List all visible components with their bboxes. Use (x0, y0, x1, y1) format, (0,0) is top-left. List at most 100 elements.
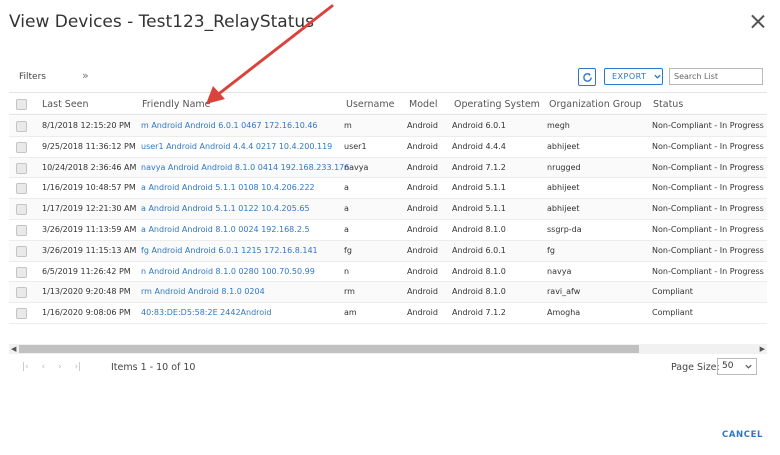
cell-username: navya (344, 162, 369, 172)
cell-status: Non-Compliant - In Progress (652, 266, 764, 276)
cell-last-seen: 6/5/2019 11:26:42 PM (42, 266, 131, 276)
cell-last-seen: 1/16/2020 9:08:06 PM (42, 308, 131, 318)
cell-friendly-name[interactable]: 40:83:DE:D5:58:2E 2442Android (141, 308, 271, 317)
close-icon[interactable] (748, 12, 768, 32)
cell-last-seen: 8/1/2018 12:15:20 PM (42, 121, 131, 130)
cell-organization-group: ravi_afw (547, 287, 581, 297)
cell-last-seen: 3/26/2019 11:13:59 AM (42, 225, 137, 234)
column-header-last-seen[interactable]: Last Seen (42, 99, 89, 110)
export-button[interactable]: EXPORT (604, 68, 663, 85)
cell-username: a (344, 225, 349, 234)
table-row[interactable]: 1/16/2020 9:08:06 PM 40:83:DE:D5:58:2E 24… (9, 303, 767, 324)
last-page-icon[interactable]: ›| (74, 362, 81, 372)
cell-username: n (344, 266, 350, 276)
cell-friendly-name[interactable]: fg Android Android 6.0.1 1215 172.16.8.1… (141, 246, 318, 255)
table-row[interactable]: 3/26/2019 11:13:59 AM a Android Android 8… (9, 220, 767, 241)
cell-friendly-name[interactable]: user1 Android Android 4.4.4 0217 10.4.20… (141, 142, 332, 151)
cell-last-seen: 9/25/2018 11:36:12 PM (42, 141, 136, 151)
row-checkbox[interactable] (16, 162, 27, 174)
cell-last-seen: 3/26/2019 11:15:13 AM (42, 245, 137, 255)
cell-status: Non-Compliant - In Progress (652, 245, 764, 255)
cell-model: Android (407, 308, 438, 318)
row-checkbox[interactable] (16, 287, 27, 299)
column-header-operating-system[interactable]: Operating System (454, 99, 540, 110)
scroll-left-icon[interactable]: ◀ (11, 345, 16, 353)
cancel-button[interactable]: CANCEL (722, 430, 763, 440)
row-checkbox[interactable] (16, 204, 27, 216)
cell-friendly-name[interactable]: n Android Android 8.1.0 0280 100.70.50.9… (141, 267, 315, 276)
column-header-username[interactable]: Username (346, 99, 394, 110)
cell-organization-group: Amogha (547, 308, 581, 318)
search-input[interactable] (669, 68, 763, 85)
cell-organization-group: nrugged (547, 162, 581, 172)
export-label: EXPORT (612, 72, 647, 81)
page-size-value: 50 (722, 361, 734, 371)
devices-table: Last Seen Friendly Name Username Model O… (9, 92, 767, 343)
cell-operating-system: Android 5.1.1 (452, 183, 506, 193)
next-page-icon[interactable]: › (58, 362, 62, 372)
page-size-select[interactable]: 50 (717, 358, 757, 375)
row-checkbox[interactable] (16, 266, 27, 278)
cell-model: Android (407, 287, 438, 297)
scroll-right-icon[interactable]: ▶ (760, 345, 765, 353)
cell-friendly-name[interactable]: navya Android Android 8.1.0 0414 192.168… (141, 163, 349, 172)
column-header-model[interactable]: Model (409, 99, 438, 110)
column-header-friendly-name[interactable]: Friendly Name (142, 99, 211, 110)
cell-operating-system: Android 8.1.0 (452, 266, 506, 276)
cell-model: Android (407, 141, 438, 151)
table-row[interactable]: 6/5/2019 11:26:42 PM n Android Android 8.… (9, 262, 767, 283)
cell-username: rm (344, 287, 355, 297)
cell-organization-group: navya (547, 266, 572, 276)
table-row[interactable]: 3/26/2019 11:15:13 AM fg Android Android … (9, 240, 767, 262)
items-count: Items 1 - 10 of 10 (111, 362, 196, 373)
cell-friendly-name[interactable]: a Android Android 8.1.0 0024 192.168.2.5 (141, 225, 310, 234)
table-row[interactable]: 1/13/2020 9:20:48 PM rm Android Android 8… (9, 282, 767, 304)
row-checkbox[interactable] (16, 225, 27, 236)
cell-organization-group: fg (547, 245, 555, 255)
table-row[interactable]: 9/25/2018 11:36:12 PM user1 Android Andro… (9, 137, 767, 158)
dialog-title: View Devices - Test123_RelayStatus (9, 12, 314, 32)
cell-model: Android (407, 245, 438, 255)
table-header: Last Seen Friendly Name Username Model O… (9, 93, 767, 115)
cell-username: a (344, 183, 349, 193)
filters-expand-icon[interactable]: » (82, 69, 89, 82)
row-checkbox[interactable] (16, 121, 27, 132)
cell-operating-system: Android 8.1.0 (452, 287, 506, 297)
cell-last-seen: 1/17/2019 12:21:30 AM (42, 204, 137, 214)
cell-organization-group: abhijeet (547, 204, 580, 214)
cell-status: Non-Compliant - In Progress (652, 141, 764, 151)
cell-organization-group: megh (547, 121, 570, 130)
cell-status: Compliant (652, 287, 693, 297)
cell-friendly-name[interactable]: m Android Android 6.0.1 0467 172.16.10.4… (141, 121, 318, 130)
cell-username: am (344, 308, 357, 318)
select-all-checkbox[interactable] (16, 99, 27, 110)
scrollbar-thumb[interactable] (19, 345, 639, 353)
row-checkbox[interactable] (16, 183, 27, 195)
column-header-status[interactable]: Status (653, 99, 683, 110)
table-row[interactable]: 10/24/2018 2:36:46 AM navya Android Andro… (9, 157, 767, 179)
cell-friendly-name[interactable]: a Android Android 5.1.1 0122 10.4.205.65 (141, 204, 310, 213)
row-checkbox[interactable] (16, 141, 27, 153)
filters-label[interactable]: Filters (19, 72, 46, 82)
cell-friendly-name[interactable]: rm Android Android 8.1.0 0204 (141, 287, 265, 296)
cell-model: Android (407, 266, 438, 276)
cell-friendly-name[interactable]: a Android Android 5.1.1 0108 10.4.206.22… (141, 183, 315, 192)
cell-operating-system: Android 8.1.0 (452, 225, 506, 234)
previous-page-icon[interactable]: ‹ (42, 362, 46, 372)
cell-username: m (344, 121, 352, 130)
cell-organization-group: abhijeet (547, 141, 580, 151)
cell-status: Non-Compliant - In Progress (652, 183, 764, 193)
table-row[interactable]: 1/16/2019 10:48:57 PM a Android Android 5… (9, 178, 767, 200)
row-checkbox[interactable] (16, 308, 27, 320)
cell-status: Non-Compliant - In Progress (652, 162, 764, 172)
cell-organization-group: ssgrp-da (547, 225, 582, 234)
table-row[interactable]: 8/1/2018 12:15:20 PM m Android Android 6.… (9, 116, 767, 137)
column-header-organization-group[interactable]: Organization Group (549, 99, 642, 110)
first-page-icon[interactable]: |‹ (22, 362, 29, 372)
refresh-button[interactable] (578, 68, 596, 86)
horizontal-scrollbar[interactable]: ◀ ▶ (9, 344, 767, 354)
cell-model: Android (407, 225, 438, 234)
table-row[interactable]: 1/17/2019 12:21:30 AM a Android Android 5… (9, 199, 767, 220)
cell-model: Android (407, 121, 438, 130)
row-checkbox[interactable] (16, 245, 27, 257)
